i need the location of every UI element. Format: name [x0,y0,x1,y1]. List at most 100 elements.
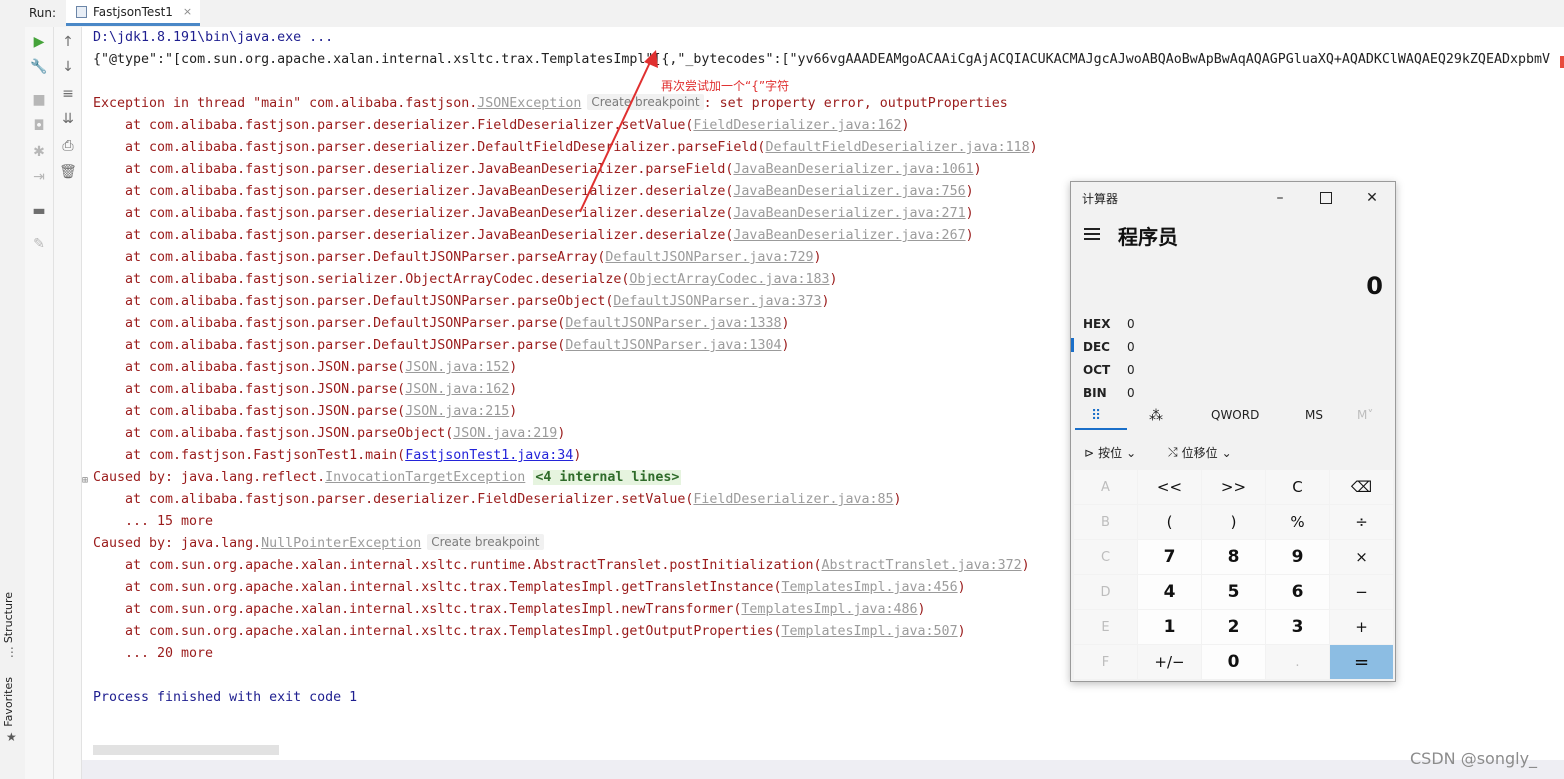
stack-frame-main: at com.fastjson.FastjsonTest1.main(Fastj… [93,445,581,467]
exception-class-link[interactable]: InvocationTargetException [325,470,525,485]
radix-row-dec[interactable]: DEC 0 [1083,340,1135,354]
tab-m-dropdown[interactable]: M˅ [1357,408,1373,422]
key-3[interactable]: 3 [1266,610,1329,644]
trash-icon[interactable]: 🗑 [58,162,78,182]
key-f[interactable]: F [1074,645,1137,679]
key-subtract[interactable]: − [1330,575,1393,609]
internal-lines-fold[interactable]: <4 internal lines> [533,470,682,485]
close-tab-icon[interactable]: × [183,5,192,18]
key-d[interactable]: D [1074,575,1137,609]
rerun-icon[interactable]: ▶ [29,32,49,52]
key-shift-left[interactable]: << [1138,470,1201,504]
key-clear[interactable]: C [1266,470,1329,504]
fold-expand-icon[interactable]: ⊞ [82,475,88,486]
menu-icon[interactable] [1084,228,1100,243]
source-link[interactable]: DefaultJSONParser.java:373 [613,294,821,309]
create-breakpoint-hint[interactable]: Create breakpoint [427,534,544,550]
key-2[interactable]: 2 [1202,610,1265,644]
exception-class-link[interactable]: JSONException [477,96,581,111]
process-finished-line: Process finished with exit code 1 [93,690,358,705]
key-divide[interactable]: ÷ [1330,505,1393,539]
source-link[interactable]: AbstractTranslet.java:372 [821,558,1021,573]
scroll-to-end-icon[interactable]: ⇊ [58,109,78,129]
key-4[interactable]: 4 [1138,575,1201,609]
bitshift-dropdown[interactable]: ⤭ 位移位 ⌄ [1168,444,1232,461]
key-negate[interactable]: +/− [1138,645,1201,679]
soft-wrap-icon[interactable]: ≡ [58,84,78,104]
calculator-window[interactable]: 计算器 – ✕ 程序员 0 HEX 0 DEC 0 OCT 0 BIN 0 ⠿ ⁂ QWORD… [1070,181,1396,682]
close-icon[interactable]: ✕ [1349,184,1395,212]
source-link[interactable]: JSON.java:152 [405,360,509,375]
source-link[interactable]: DefaultJSONParser.java:1304 [565,338,781,353]
source-link[interactable]: JavaBeanDeserializer.java:271 [733,206,965,221]
pin-icon[interactable]: ✎ [29,234,49,254]
key-8[interactable]: 8 [1202,540,1265,574]
up-arrow-icon[interactable]: ↑ [58,32,78,52]
key-equals[interactable]: = [1330,645,1393,679]
horizontal-scrollbar[interactable] [93,745,279,755]
key-c[interactable]: C [1074,540,1137,574]
frame-method: at com.alibaba.fastjson.parser.deseriali… [125,228,734,243]
key-shift-right[interactable]: >> [1202,470,1265,504]
source-link[interactable]: FieldDeserializer.java:85 [693,492,893,507]
exception-class-link[interactable]: NullPointerException [261,536,421,551]
camera-icon[interactable]: ◘ [29,116,49,136]
layout-icon[interactable]: ▬ [29,201,49,221]
key-close-paren[interactable]: ) [1202,505,1265,539]
source-link[interactable]: FieldDeserializer.java:162 [693,118,901,133]
key-0[interactable]: 0 [1202,645,1265,679]
structure-tab[interactable]: Structure [2,592,15,643]
key-1[interactable]: 1 [1138,610,1201,644]
source-link[interactable]: TemplatesImpl.java:507 [781,624,957,639]
error-marker [1560,56,1564,68]
minimize-icon[interactable]: – [1257,184,1303,212]
frame-method: at com.alibaba.fastjson.JSON.parse( [125,360,406,375]
radix-row-bin[interactable]: BIN 0 [1083,386,1135,400]
source-link[interactable]: DefaultFieldDeserializer.java:118 [765,140,1029,155]
wrench-icon[interactable]: 🔧 [29,57,49,77]
key-backspace[interactable]: ⌫ [1330,470,1393,504]
bit-toggle-tab-icon[interactable]: ⁂ [1149,408,1163,424]
key-7[interactable]: 7 [1138,540,1201,574]
key-multiply[interactable]: × [1330,540,1393,574]
key-open-paren[interactable]: ( [1138,505,1201,539]
maximize-icon[interactable] [1303,184,1349,212]
frame-close-paren: ) [813,250,822,265]
frame-close-paren: ) [557,426,566,441]
source-link[interactable]: DefaultJSONParser.java:1338 [565,316,781,331]
key-modulo[interactable]: % [1266,505,1329,539]
key-b[interactable]: B [1074,505,1137,539]
stop-icon[interactable]: ■ [29,90,49,110]
exit-icon[interactable]: ⇥ [29,167,49,187]
source-link[interactable]: ObjectArrayCodec.java:183 [629,272,829,287]
source-link[interactable]: JSON.java:162 [405,382,509,397]
keypad-tab-icon[interactable]: ⠿ [1091,408,1101,424]
print-icon[interactable]: ⎙ [58,136,78,156]
source-link[interactable]: JavaBeanDeserializer.java:756 [733,184,965,199]
source-link[interactable]: JavaBeanDeserializer.java:1061 [733,162,973,177]
source-link[interactable]: JavaBeanDeserializer.java:267 [733,228,965,243]
key-5[interactable]: 5 [1202,575,1265,609]
tab-ms[interactable]: MS [1305,408,1323,422]
favorites-tab[interactable]: Favorites [2,677,15,727]
source-link[interactable]: JSON.java:219 [453,426,557,441]
bitwise-dropdown[interactable]: ⊳ 按位 ⌄ [1084,444,1136,461]
key-a[interactable]: A [1074,470,1137,504]
source-link[interactable]: TemplatesImpl.java:486 [741,602,917,617]
tab-qword[interactable]: QWORD [1211,408,1259,422]
key-e[interactable]: E [1074,610,1137,644]
tab-fastjsontest1[interactable]: FastjsonTest1 × [66,0,201,26]
radix-row-oct[interactable]: OCT 0 [1083,363,1135,377]
key-decimal[interactable]: . [1266,645,1329,679]
key-add[interactable]: + [1330,610,1393,644]
key-9[interactable]: 9 [1266,540,1329,574]
source-link[interactable]: JSON.java:215 [405,404,509,419]
radix-row-hex[interactable]: HEX 0 [1083,317,1135,331]
source-link[interactable]: TemplatesImpl.java:456 [781,580,957,595]
source-link[interactable]: DefaultJSONParser.java:729 [605,250,813,265]
key-6[interactable]: 6 [1266,575,1329,609]
watermark: CSDN @songly_ [1410,749,1538,768]
debug-bug-icon[interactable]: ✱ [29,142,49,162]
down-arrow-icon[interactable]: ↓ [58,57,78,77]
source-link[interactable]: FastjsonTest1.java:34 [405,448,573,463]
